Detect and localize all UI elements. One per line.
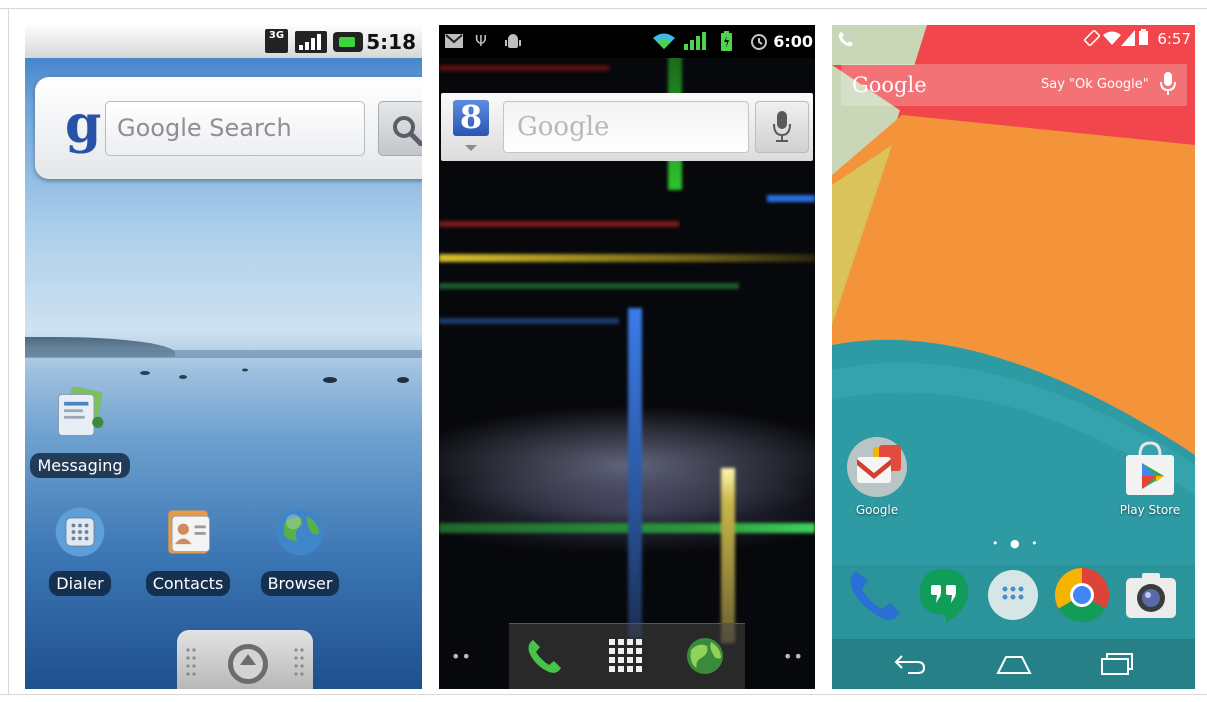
glow-line-vertical bbox=[628, 308, 642, 638]
glow-line bbox=[439, 523, 815, 533]
phone-icon[interactable] bbox=[844, 565, 904, 625]
alarm-icon bbox=[751, 34, 767, 50]
voice-search-button[interactable] bbox=[755, 101, 809, 153]
android-2-home-screen: 3G 5:18 g Google Search Messaging Dialer… bbox=[25, 25, 422, 689]
call-in-progress-icon bbox=[838, 32, 853, 47]
app-messaging[interactable]: Messaging bbox=[30, 385, 130, 478]
back-icon[interactable] bbox=[894, 653, 926, 675]
app-label: Google bbox=[855, 503, 899, 517]
google-search-bar[interactable]: Google Say "Ok Google" bbox=[841, 64, 1187, 106]
microphone-icon bbox=[773, 111, 791, 142]
page-indicator-left: •• bbox=[451, 647, 472, 666]
frame-left-line bbox=[8, 8, 9, 694]
navigation-bar bbox=[832, 639, 1195, 689]
android-4-0-home-screen: Ψ 6:00 8 Google •• •• bbox=[439, 25, 815, 689]
signal-strength-icon bbox=[1121, 30, 1135, 46]
browser-globe-icon[interactable] bbox=[685, 636, 725, 676]
launcher-up-icon bbox=[228, 644, 268, 684]
page-indicator: • ● • bbox=[992, 537, 1042, 550]
google-g-logo: g bbox=[65, 94, 102, 155]
hangouts-icon[interactable] bbox=[916, 565, 972, 625]
frame-top-line bbox=[0, 8, 1207, 9]
google-search-widget[interactable]: 8 Google bbox=[441, 93, 813, 161]
status-bar: Ψ 6:00 bbox=[439, 25, 815, 58]
magnifier-icon bbox=[393, 116, 422, 146]
home-icon[interactable] bbox=[996, 653, 1032, 675]
browser-globe-icon bbox=[276, 508, 324, 556]
app-drawer-grid-icon[interactable] bbox=[609, 639, 643, 673]
grip-dots-right bbox=[294, 648, 304, 676]
messaging-icon bbox=[58, 386, 104, 436]
wallpaper-wave-2 bbox=[439, 465, 815, 555]
status-time: 6:57 bbox=[1157, 30, 1191, 48]
camera-icon[interactable] bbox=[1122, 570, 1180, 622]
google-wordmark: Google bbox=[852, 73, 927, 97]
chrome-icon[interactable] bbox=[1052, 565, 1112, 625]
app-label: Dialer bbox=[49, 571, 111, 596]
3g-network-icon: 3G bbox=[265, 29, 288, 53]
wifi-icon bbox=[1103, 31, 1121, 45]
search-placeholder: Google bbox=[517, 112, 610, 142]
launcher-tab[interactable] bbox=[177, 630, 313, 689]
glow-line bbox=[439, 254, 815, 262]
phone-icon[interactable] bbox=[525, 638, 563, 676]
app-play-store[interactable]: Play Store bbox=[1108, 439, 1192, 517]
status-time: 5:18 bbox=[366, 30, 416, 54]
chevron-down-icon bbox=[465, 145, 477, 151]
frame-bottom-line bbox=[0, 694, 1207, 695]
usb-icon: Ψ bbox=[475, 32, 487, 50]
gmail-notification-icon bbox=[445, 34, 463, 48]
app-label: Browser bbox=[260, 571, 340, 596]
grip-dots-left bbox=[186, 648, 196, 676]
search-placeholder: Google Search bbox=[117, 114, 292, 142]
gmail-folder-icon bbox=[847, 437, 907, 497]
status-bar: 6:57 bbox=[832, 25, 1195, 53]
app-label: Contacts bbox=[145, 571, 231, 596]
glow-line bbox=[439, 318, 619, 324]
glow-line bbox=[439, 65, 609, 71]
search-input[interactable]: Google Search bbox=[105, 101, 365, 156]
glow-line bbox=[439, 283, 739, 289]
battery-icon bbox=[1139, 29, 1148, 45]
wifi-icon bbox=[653, 33, 675, 49]
glow-line bbox=[439, 221, 679, 227]
dialer-icon bbox=[55, 507, 105, 557]
signal-strength-icon bbox=[684, 32, 706, 50]
search-button[interactable] bbox=[378, 101, 422, 156]
glow-line-vertical bbox=[721, 468, 735, 643]
play-store-icon bbox=[1126, 441, 1174, 495]
battery-icon bbox=[721, 31, 732, 51]
search-input[interactable]: Google bbox=[503, 101, 749, 153]
dock bbox=[509, 623, 745, 689]
battery-charging-icon bbox=[333, 32, 363, 52]
ok-google-hint: Say "Ok Google" bbox=[1041, 77, 1149, 92]
app-label: Play Store bbox=[1119, 503, 1181, 517]
status-time: 6:00 bbox=[773, 32, 813, 51]
page-indicator-right: •• bbox=[783, 647, 804, 666]
status-bar: 3G 5:18 bbox=[25, 25, 422, 58]
app-google-folder[interactable]: Google bbox=[835, 435, 919, 517]
signal-strength-icon bbox=[295, 31, 327, 53]
app-drawer-icon[interactable] bbox=[987, 569, 1039, 621]
app-label: Messaging bbox=[30, 453, 130, 478]
microphone-icon[interactable] bbox=[1160, 72, 1176, 96]
recents-icon[interactable] bbox=[1100, 652, 1134, 676]
app-browser[interactable]: Browser bbox=[250, 503, 350, 596]
screen-rotation-icon bbox=[1084, 30, 1100, 46]
google-search-widget[interactable]: g Google Search bbox=[35, 77, 422, 179]
app-dialer[interactable]: Dialer bbox=[30, 503, 130, 596]
app-contacts[interactable]: Contacts bbox=[138, 503, 238, 596]
google-g-button[interactable]: 8 bbox=[453, 100, 489, 136]
android-4-4-home-screen: 6:57 Google Say "Ok Google" Google Play … bbox=[832, 25, 1195, 689]
glow-line bbox=[767, 195, 815, 202]
contacts-icon bbox=[168, 510, 210, 554]
android-debug-icon bbox=[505, 34, 521, 48]
